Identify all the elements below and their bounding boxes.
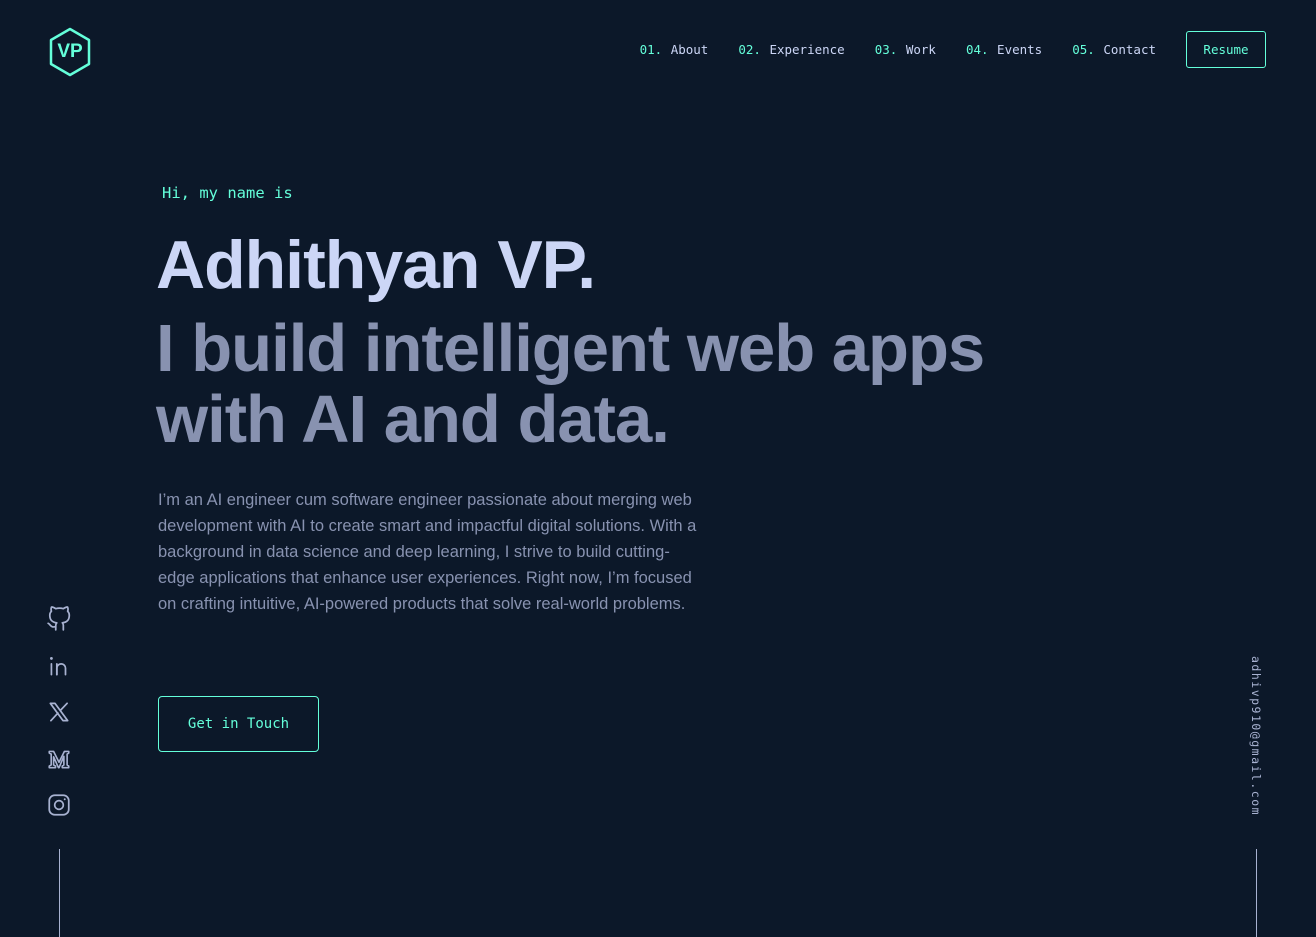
hero-name: Adhithyan VP.: [156, 227, 596, 303]
nav-item-label: Experience: [769, 42, 845, 57]
right-vertical-line: [1256, 849, 1257, 937]
linkedin-icon[interactable]: [46, 653, 72, 679]
nav-item-label: Contact: [1103, 42, 1156, 57]
left-vertical-line: [59, 849, 60, 937]
nav-item-number: 05.: [1072, 42, 1095, 57]
nav-item-about[interactable]: 01. About: [640, 42, 709, 57]
nav-item-number: 04.: [965, 42, 989, 57]
main-nav: 01. About 02. Experience 03. Work 04. Ev…: [640, 30, 1266, 69]
nav-item-label: About: [670, 42, 709, 57]
hero-tagline: I build intelligent web apps with AI and…: [156, 311, 985, 457]
medium-icon[interactable]: [46, 746, 72, 772]
get-in-touch-button[interactable]: Get in Touch: [158, 696, 319, 752]
email-link[interactable]: adhivp910@gmail.com: [1249, 656, 1263, 816]
x-twitter-icon[interactable]: [46, 699, 72, 725]
logo[interactable]: VP: [48, 27, 92, 77]
nav-item-number: 02.: [738, 42, 761, 57]
logo-text: VP: [57, 41, 83, 62]
nav-item-work[interactable]: 03. Work: [875, 42, 936, 57]
nav-item-label: Work: [905, 42, 936, 57]
github-icon[interactable]: [46, 606, 72, 632]
nav-item-contact[interactable]: 05. Contact: [1072, 42, 1156, 57]
nav-item-experience[interactable]: 02. Experience: [738, 42, 844, 57]
nav-item-label: Events: [997, 42, 1043, 57]
social-links: [46, 606, 72, 839]
hero-bio: I’m an AI engineer cum software engineer…: [158, 491, 697, 613]
nav-item-events[interactable]: 04. Events: [966, 42, 1042, 57]
resume-button[interactable]: Resume: [1186, 31, 1266, 68]
hero-greeting: Hi, my name is: [162, 184, 293, 202]
nav-item-number: 03.: [874, 42, 898, 57]
instagram-icon[interactable]: [46, 792, 72, 818]
nav-item-number: 01.: [639, 42, 663, 57]
